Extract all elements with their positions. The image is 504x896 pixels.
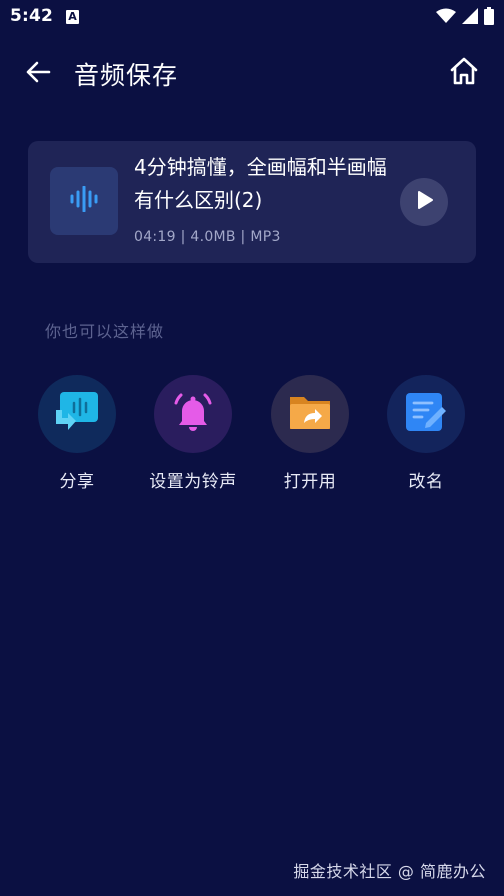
action-open-with-circle[interactable]: [271, 375, 349, 453]
action-rename[interactable]: 改名: [371, 375, 481, 495]
action-ringtone-circle[interactable]: [154, 375, 232, 453]
folder-open-icon: [286, 391, 334, 437]
back-button[interactable]: [20, 56, 56, 92]
notification-badge: A: [66, 10, 79, 24]
battery-icon: [484, 7, 494, 29]
bell-icon: [170, 389, 216, 439]
action-open-with[interactable]: 打开用: [255, 375, 365, 495]
action-rename-label: 改名: [408, 472, 444, 492]
back-arrow-icon: [25, 60, 51, 88]
app-bar: 音频保存: [0, 40, 504, 104]
action-open-with-label: 打开用: [283, 472, 337, 492]
section-label: 你也可以这样做: [45, 322, 165, 341]
share-icon: [52, 388, 102, 440]
action-share[interactable]: 分享: [22, 375, 132, 495]
play-icon: [414, 190, 434, 214]
audio-thumbnail: [50, 167, 118, 235]
action-ringtone-label: 设置为铃声: [149, 472, 237, 492]
audio-waveform-icon: [69, 185, 99, 216]
action-share-label: 分享: [59, 472, 95, 492]
rename-icon: [402, 389, 450, 439]
audio-title: 4分钟搞懂，全画幅和半画幅有什么区别(2): [134, 155, 387, 212]
wifi-icon: [436, 8, 456, 28]
action-share-circle[interactable]: [38, 375, 116, 453]
action-ringtone[interactable]: 设置为铃声: [138, 375, 248, 495]
home-icon: [449, 57, 479, 89]
audio-card[interactable]: 4分钟搞懂，全画幅和半画幅有什么区别(2) 04:19 | 4.0MB | MP…: [28, 141, 476, 263]
status-icons: [436, 7, 494, 29]
status-bar: 5:42 A: [0, 0, 504, 34]
footer-watermark: 掘金技术社区 @ 简鹿办公: [293, 862, 486, 881]
action-rename-circle[interactable]: [387, 375, 465, 453]
play-button[interactable]: [400, 178, 448, 226]
status-time: 5:42: [10, 6, 54, 26]
audio-meta: 04:19 | 4.0MB | MP3: [134, 229, 281, 245]
signal-icon: [462, 8, 478, 28]
page-title: 音频保存: [74, 61, 179, 90]
home-button[interactable]: [446, 55, 482, 91]
